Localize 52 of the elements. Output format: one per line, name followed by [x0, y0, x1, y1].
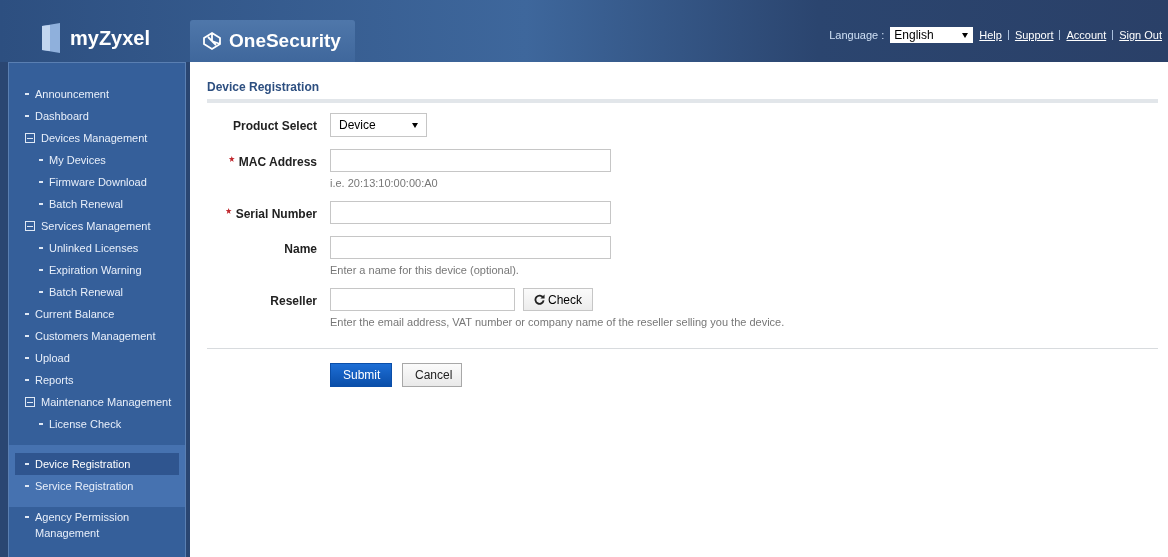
sidebar-item[interactable]: Maintenance Management — [15, 391, 179, 413]
sidebar-item[interactable]: Dashboard — [15, 105, 179, 127]
collapse-icon[interactable] — [25, 221, 35, 231]
sidebar-item[interactable]: Device Registration — [15, 453, 179, 475]
sidebar-item[interactable]: Services Management — [15, 215, 179, 237]
language-label: Language : — [829, 29, 885, 41]
logo-icon — [39, 23, 62, 53]
page-title: Device Registration — [207, 80, 321, 94]
collapse-icon[interactable] — [25, 397, 35, 407]
sidebar-subitem[interactable]: Batch Renewal — [15, 193, 179, 215]
sidebar-subitem[interactable]: Batch Renewal — [15, 281, 179, 303]
sidebar-item[interactable]: Service Registration — [15, 475, 179, 497]
sidebar-item[interactable]: Upload — [15, 347, 179, 369]
field-label: Name — [284, 242, 317, 256]
sidebar-item[interactable]: Customers Management — [15, 325, 179, 347]
sidebar-subitem[interactable]: Unlinked Licenses — [15, 237, 179, 259]
logo-text: myZyxel — [69, 26, 151, 50]
language-select[interactable]: English — [890, 27, 974, 43]
submit-button[interactable]: Submit — [330, 363, 392, 387]
caret-icon — [412, 122, 418, 128]
shield-logo-icon — [202, 31, 222, 51]
header-link[interactable]: Account — [1066, 29, 1107, 41]
input-field[interactable] — [330, 201, 611, 224]
input-field[interactable] — [330, 149, 611, 172]
header-link[interactable]: Support — [1014, 29, 1054, 41]
sidebar-item[interactable]: Reports — [15, 369, 179, 391]
field-label: MAC Address — [238, 155, 317, 169]
input-field[interactable] — [330, 236, 611, 259]
field-label: Reseller — [270, 294, 317, 308]
caret-icon — [962, 32, 969, 38]
field-hint: Enter a name for this device (optional). — [330, 264, 520, 276]
sidebar-item[interactable]: Announcement — [15, 83, 179, 105]
header-link[interactable]: Help — [979, 29, 1002, 41]
header-link[interactable]: Sign Out — [1119, 29, 1162, 41]
cancel-button[interactable]: Cancel — [402, 363, 462, 387]
field-hint: i.e. 20:13:10:00:00:A0 — [330, 177, 439, 189]
sidebar-item[interactable]: Devices Management — [15, 127, 179, 149]
sidebar-subitem[interactable]: License Check — [15, 413, 179, 435]
sidebar-subitem[interactable]: My Devices — [15, 149, 179, 171]
check-button[interactable]: Check — [523, 288, 593, 311]
sidebar-subitem[interactable]: Firmware Download — [15, 171, 179, 193]
sidebar-item[interactable]: Current Balance — [15, 303, 179, 325]
collapse-icon[interactable] — [25, 133, 35, 143]
sidebar-item[interactable]: Agency Permission Management — [15, 509, 179, 541]
field-hint: Enter the email address, VAT number or company name of the reseller selling you the device. — [330, 316, 785, 328]
field-label: Product Select — [232, 119, 317, 133]
product-tab[interactable]: OneSecurity — [190, 20, 355, 62]
sidebar-subitem[interactable]: Expiration Warning — [15, 259, 179, 281]
input-field[interactable] — [330, 288, 515, 311]
field-label: Serial Number — [235, 207, 317, 221]
refresh-icon — [534, 294, 545, 305]
product-select[interactable]: Device — [330, 113, 427, 137]
